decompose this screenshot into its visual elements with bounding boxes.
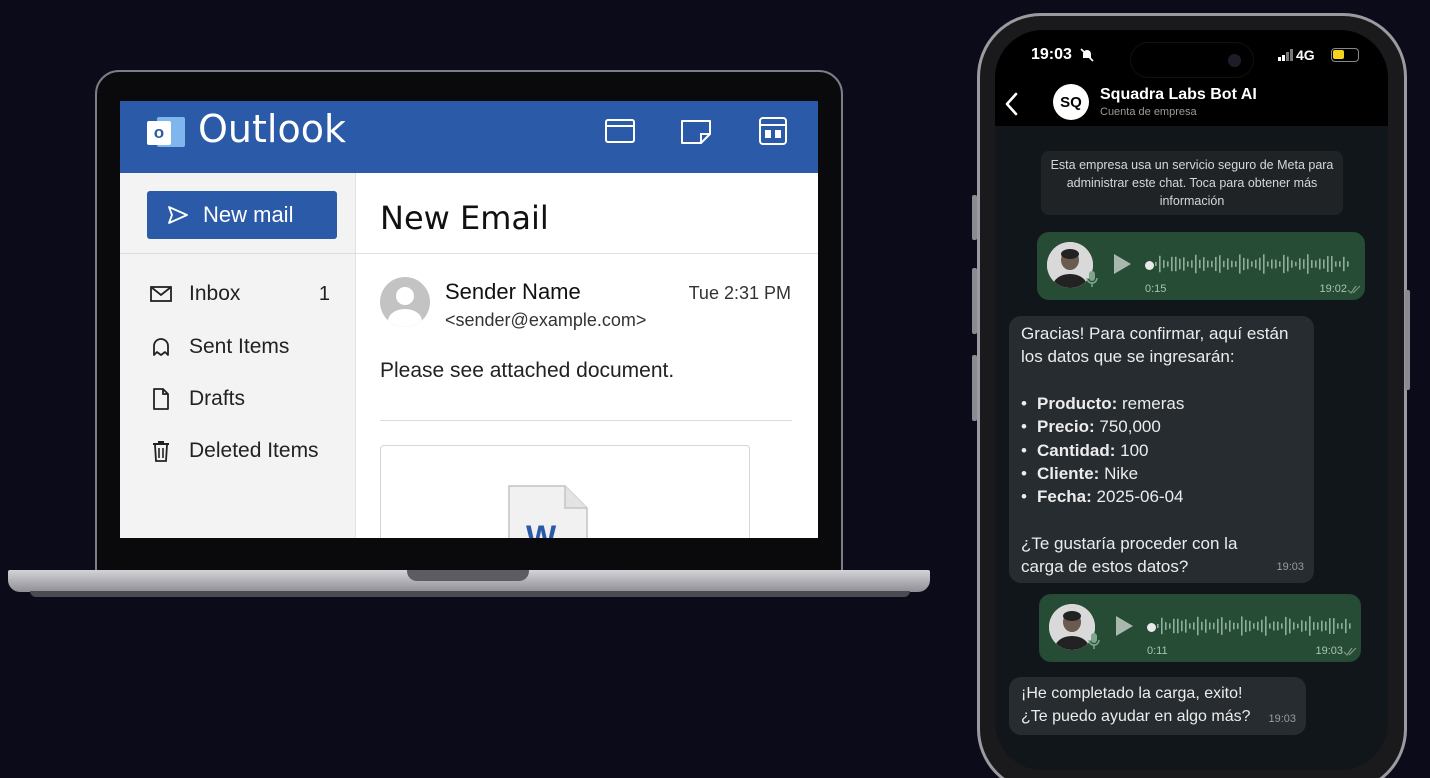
laptop-notch [407,570,529,581]
field-item: Fecha: 2025-06-04 [1021,485,1302,509]
outlook-header: o Outlook [120,101,818,173]
folder-label: Sent Items [189,335,290,358]
playhead[interactable] [1145,261,1154,270]
new-mail-label: New mail [203,202,294,227]
play-icon[interactable] [1111,252,1133,276]
status-time: 19:03 [1031,46,1072,63]
signal-icon [1278,49,1293,61]
unread-count: 1 [318,282,330,305]
mute-switch [972,195,977,240]
playhead[interactable] [1147,623,1156,632]
contact-avatar[interactable]: SQ [1053,84,1089,120]
message-time: 19:03 [1268,713,1296,725]
dynamic-island [1130,42,1254,78]
status-bar: 19:03 4G [995,30,1388,82]
send-icon [168,206,188,224]
field-label: Cliente: [1037,464,1100,484]
field-value: 2025-06-04 [1096,487,1184,507]
voice-time: 19:02 [1319,283,1347,295]
email-body: Please see attached document. [380,359,675,382]
attachment-card[interactable]: W [380,445,750,538]
outlook-logo-icon: o [147,115,185,149]
folder-inbox[interactable]: Inbox 1 [148,279,338,309]
folder-label: Inbox [189,282,241,305]
window-icon[interactable] [603,114,637,148]
laptop-base-lip [30,591,910,597]
message-intro: Gracias! Para confirmar, aquí están los … [1021,324,1289,367]
word-letter: W [526,519,557,538]
app-title: Outlook [198,107,346,151]
field-value: remeras [1122,393,1185,413]
message-line-2: ¿Te puedo ayudar en algo más? [1021,708,1251,725]
envelope-icon [148,281,174,307]
note-icon[interactable] [679,114,713,148]
read-check-icon [1343,647,1357,656]
email-time: Tue 2:31 PM [688,283,791,303]
voice-duration: 0:11 [1147,645,1168,657]
folder-pane: New mail Inbox 1 Sent Items Drafts Delet… [120,173,356,538]
field-item: Producto: remeras [1021,392,1302,416]
sender-avatar [380,277,430,327]
field-label: Producto: [1037,393,1118,413]
message-line-1: ¡He completado la carga, exito! [1021,685,1243,702]
folder-divider [120,253,356,254]
folder-deleted-items[interactable]: Deleted Items [148,436,338,466]
laptop-screen: o Outlook New mail Inbox 1 Sent Items Dr… [120,101,818,538]
folder-sent-items[interactable]: Sent Items [148,332,338,362]
power-button [1405,290,1410,390]
back-arrow-icon[interactable] [1001,90,1023,118]
folder-drafts[interactable]: Drafts [148,384,338,414]
folder-label: Deleted Items [189,439,319,462]
message-question: ¿Te gustaría proceder con la carga de es… [1021,533,1238,577]
field-label: Precio: [1037,417,1095,437]
mic-icon [1088,633,1100,649]
system-notice[interactable]: Esta empresa usa un servicio seguro de M… [1041,151,1343,215]
play-icon[interactable] [1113,614,1135,638]
mic-icon [1086,271,1098,287]
bot-message-confirmation: Gracias! Para confirmar, aquí están los … [1009,316,1314,583]
field-item: Precio: 750,000 [1021,415,1302,439]
phone-screen: 19:03 4G SQ Squadra Labs Bot AI Cuenta d… [995,30,1388,770]
outlook-logo-letter: o [153,123,165,142]
field-label: Cantidad: [1037,440,1116,460]
mute-bell-icon [1080,48,1094,62]
battery-icon [1331,48,1359,62]
voice-message[interactable]: 0:11 19:03 [1039,594,1361,662]
read-check-icon [1347,285,1361,294]
voice-duration: 0:15 [1145,283,1167,295]
sender-name: Sender Name [445,279,581,304]
waveform [1157,616,1351,636]
field-item: Cantidad: 100 [1021,439,1302,463]
body-divider [380,420,792,421]
folder-label: Drafts [189,387,246,410]
field-value: Nike [1104,464,1139,484]
title-divider [356,253,818,254]
network-type: 4G [1296,47,1315,63]
sender-email: <sender@example.com> [445,310,647,330]
volume-down-button [972,355,977,421]
field-item: Cliente: Nike [1021,462,1302,486]
voice-time: 19:03 [1315,645,1343,657]
contact-subtitle: Cuenta de empresa [1100,106,1197,118]
contact-name[interactable]: Squadra Labs Bot AI [1100,86,1257,104]
field-label: Fecha: [1037,487,1092,507]
sent-icon [148,334,174,360]
volume-up-button [972,268,977,334]
field-value: 100 [1120,440,1149,460]
bot-message-completed: ¡He completado la carga, exito! ¿Te pued… [1009,677,1306,735]
field-value: 750,000 [1099,417,1161,437]
draft-icon [148,386,174,412]
email-title: New Email [380,199,549,237]
calendar-icon[interactable] [756,114,790,148]
chat-header: SQ Squadra Labs Bot AI Cuenta de empresa [995,82,1388,126]
new-mail-button[interactable]: New mail [147,191,337,239]
voice-message[interactable]: 0:15 19:02 [1037,232,1365,300]
reading-pane: New Email Sender Name <sender@example.co… [356,173,818,538]
trash-icon [148,438,174,464]
chat-area: Esta empresa usa un servicio seguro de M… [995,126,1388,770]
waveform [1155,254,1349,274]
message-time: 19:03 [1276,560,1304,573]
